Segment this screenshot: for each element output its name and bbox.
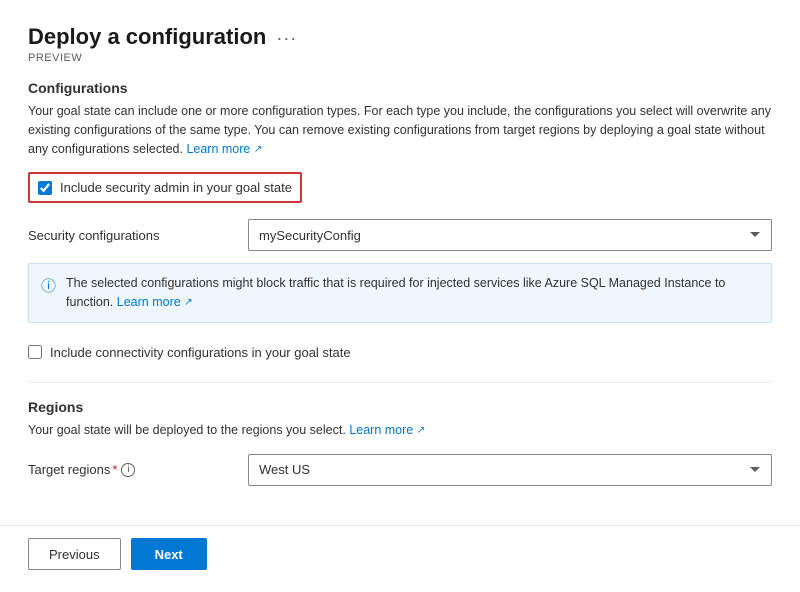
target-regions-select[interactable]: West US East US Central US West Europe E…	[248, 454, 772, 486]
target-regions-control: West US East US Central US West Europe E…	[248, 454, 772, 486]
connectivity-checkbox-row: Include connectivity configurations in y…	[28, 339, 772, 366]
info-external-link-icon: ↗	[184, 297, 192, 308]
security-configurations-label: Security configurations	[28, 228, 248, 243]
security-info-text: The selected configurations might block …	[66, 274, 759, 312]
regions-section-title: Regions	[28, 399, 772, 415]
required-star: *	[112, 462, 117, 477]
info-learn-more-link[interactable]: Learn more ↗	[117, 295, 193, 309]
target-regions-label: Target regions * i	[28, 462, 248, 477]
ellipsis-menu-button[interactable]: ···	[276, 28, 297, 49]
connectivity-checkbox[interactable]	[28, 345, 42, 359]
page-title: Deploy a configuration	[28, 24, 266, 50]
target-regions-row: Target regions * i West US East US Centr…	[28, 454, 772, 486]
security-configurations-select[interactable]: mySecurityConfig	[248, 219, 772, 251]
security-configurations-row: Security configurations mySecurityConfig	[28, 219, 772, 251]
regions-learn-more-link[interactable]: Learn more ↗	[349, 423, 425, 437]
security-admin-checkbox[interactable]	[38, 181, 52, 195]
regions-external-link-icon: ↗	[417, 425, 425, 436]
next-button[interactable]: Next	[131, 538, 207, 570]
connectivity-checkbox-label[interactable]: Include connectivity configurations in y…	[50, 345, 351, 360]
previous-button[interactable]: Previous	[28, 538, 121, 570]
configurations-section-title: Configurations	[28, 80, 772, 96]
configurations-description: Your goal state can include one or more …	[28, 102, 772, 158]
security-admin-checkbox-label[interactable]: Include security admin in your goal stat…	[60, 180, 292, 195]
section-divider	[28, 382, 772, 383]
regions-description: Your goal state will be deployed to the …	[28, 421, 772, 440]
target-regions-info-icon[interactable]: i	[121, 463, 135, 477]
security-admin-checkbox-row: Include security admin in your goal stat…	[28, 172, 302, 203]
configurations-learn-more-link[interactable]: Learn more ↗	[186, 142, 262, 156]
footer: Previous Next	[0, 525, 800, 582]
info-icon: ⓘ	[41, 275, 56, 296]
security-info-box: ⓘ The selected configurations might bloc…	[28, 263, 772, 323]
external-link-icon: ↗	[254, 144, 262, 155]
security-configurations-control: mySecurityConfig	[248, 219, 772, 251]
preview-badge: PREVIEW	[28, 52, 772, 64]
